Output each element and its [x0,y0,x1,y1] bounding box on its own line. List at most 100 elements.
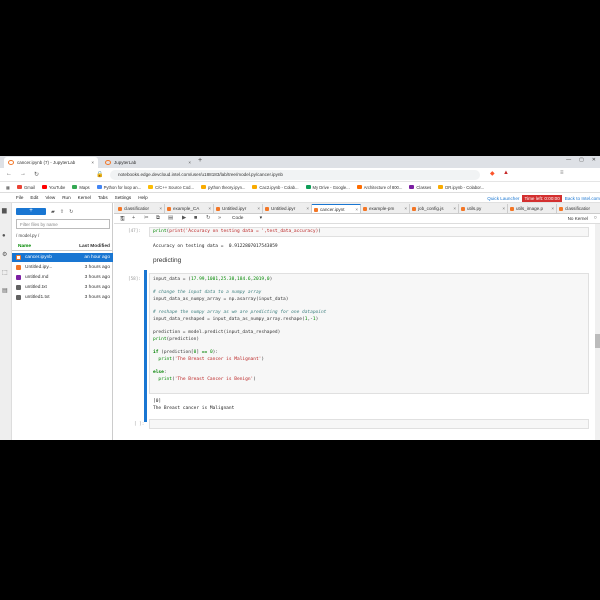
empty-code-cell[interactable] [149,419,589,429]
notebook-tab-label: Untitled.ipyr [271,206,296,211]
bookmark-label: Classes [416,184,432,190]
cell-type-select[interactable]: Code ▾ [232,215,262,223]
upload-icon[interactable]: ⇧ [60,209,64,215]
file-row[interactable]: untitled.txt 3 hours ago [12,283,113,292]
jupyter-icon [105,160,111,165]
restart-icon[interactable]: ↻ [206,215,211,221]
new-launcher-button[interactable]: + [16,208,46,215]
menu-tabs[interactable]: Tabs [98,195,108,200]
close-icon[interactable]: × [257,204,260,213]
bookmark-favicon-icon [96,185,102,189]
add-cell-icon[interactable]: + [132,215,135,221]
close-icon[interactable]: × [355,205,358,213]
code-line: print('The Breast Cancer is Benign') [158,377,256,382]
close-icon[interactable]: × [188,160,191,165]
close-icon[interactable]: × [404,204,407,213]
file-row[interactable]: untitled1.txt 3 hours ago [12,293,113,302]
cut-icon[interactable]: ✂ [144,215,149,221]
new-tab-button[interactable]: + [198,157,202,164]
bookmark-item[interactable]: Cac2.ipynb - Colab... [252,185,299,190]
extension-icon[interactable]: ⬚ [2,269,8,276]
bookmark-item[interactable]: Gmail [16,185,35,190]
file-icon [16,285,21,290]
apps-grid-icon[interactable]: ▦ [6,185,10,190]
notebook-tab[interactable]: cancer.ipynt × [312,204,361,213]
close-icon[interactable]: × [453,204,456,213]
copy-icon[interactable]: ⧉ [156,215,160,222]
notebook-tab[interactable]: utils_image.p × [508,204,557,213]
notebook-tab[interactable]: Untitled.ipyr × [214,204,263,213]
notebook-scrollbar[interactable] [595,224,600,440]
close-icon[interactable]: × [306,204,309,213]
browser-tab-cancer[interactable]: cancer.ipynb (7) - JupyterLab × [4,157,98,168]
breadcrumb[interactable]: / model.py / [16,233,39,238]
triangle-icon[interactable]: ▲ [503,170,509,176]
bookmark-item[interactable]: Architecture of 800... [356,185,402,190]
close-icon[interactable]: × [208,204,211,213]
close-icon[interactable]: × [91,160,94,165]
refresh-icon[interactable]: ↻ [69,209,73,215]
new-folder-icon[interactable]: ▰ [51,209,55,215]
kernel-status[interactable]: No Kernel [568,216,588,221]
file-row[interactable]: cancer.ipynb an hour ago [12,253,113,262]
extensions-icon[interactable]: ≡ [560,170,564,176]
minimize-icon[interactable]: — [566,157,571,163]
menu-edit[interactable]: Edit [30,195,38,200]
close-icon[interactable]: × [502,204,505,213]
brave-icon[interactable]: ◆ [490,170,495,177]
bookmark-item[interactable]: Maps [72,185,90,190]
bookmark-item[interactable]: YouTube [41,184,66,190]
menu-view[interactable]: View [45,195,55,200]
notebook-tab[interactable]: classificatior× [557,204,600,213]
bookmark-item[interactable]: DR.ipynb - Colabor... [438,185,484,190]
bookmark-favicon-icon [356,185,362,189]
run-icon[interactable]: ▶ [182,215,186,221]
maximize-icon[interactable]: ▢ [579,157,584,163]
menu-run[interactable]: Run [62,195,70,200]
bookmark-item[interactable]: My Drive - Google... [305,185,350,190]
close-icon[interactable]: × [159,204,162,213]
markdown-cell[interactable]: predicting [153,257,181,264]
bookmark-label: Python for loop an... [103,184,142,190]
forward-arrow-icon[interactable]: → [20,171,26,177]
save-icon[interactable]: 🖫 [120,215,125,224]
running-icon[interactable]: ● [2,233,6,239]
close-icon[interactable]: × [551,204,554,213]
bookmark-item[interactable]: Classes [409,185,431,190]
back-to-intel-link[interactable]: Back to Intel.com [565,196,600,201]
browser-tab-jupyterlab[interactable]: JupyterLab × [101,157,195,168]
bookmark-item[interactable]: C/C++ Source Cod... [148,185,194,190]
bookmark-label: YouTube [48,184,66,190]
notebook-tab[interactable]: job_config.js × [410,204,459,213]
menu-settings[interactable]: Settings [115,195,132,200]
notebook-tab[interactable]: classificatior× [116,204,165,213]
notebook-tab[interactable]: example_CA × [165,204,214,213]
commands-icon[interactable]: ⚙ [2,251,7,258]
quick-launcher-link[interactable]: Quick Launcher [487,196,519,201]
column-last-modified[interactable]: Last Modified [79,244,110,249]
cell-output: Accuracy on testing data = 0.91228070175… [153,244,278,249]
folder-icon[interactable]: ▆ [2,207,7,214]
menu-help[interactable]: Help [138,195,147,200]
close-window-icon[interactable]: ✕ [592,157,596,163]
file-row[interactable]: Untitled.ipy... 3 hours ago [12,263,113,272]
reload-icon[interactable]: ↻ [34,171,39,178]
scrollbar-thumb[interactable] [595,334,600,348]
filter-files-input[interactable]: Filter files by name [16,219,110,229]
menu-file[interactable]: File [16,195,23,200]
screen: cancer.ipynb (7) - JupyterLab × JupyterL… [0,156,600,440]
fast-forward-icon[interactable]: » [218,215,221,221]
notebook-tab[interactable]: utils.py × [459,204,508,213]
stop-icon[interactable]: ■ [194,215,197,221]
notebook-tab[interactable]: Untitled.ipyr × [263,204,312,213]
back-arrow-icon[interactable]: ← [6,171,12,177]
bookmark-item[interactable]: python theory.ipyn... [200,185,245,190]
bookmark-item[interactable]: Python for loop an... [96,184,142,190]
notebook-tab[interactable]: example-pm × [361,204,410,213]
paste-icon[interactable]: ▤ [168,215,173,221]
column-name[interactable]: Name [18,244,31,249]
file-row[interactable]: untitled.md 3 hours ago [12,273,113,282]
tabs-icon[interactable]: ▤ [2,287,8,294]
url-field[interactable]: notebooks.edge.devcloud.intel.com/user/u… [110,170,480,180]
menu-kernel[interactable]: Kernel [78,195,91,200]
